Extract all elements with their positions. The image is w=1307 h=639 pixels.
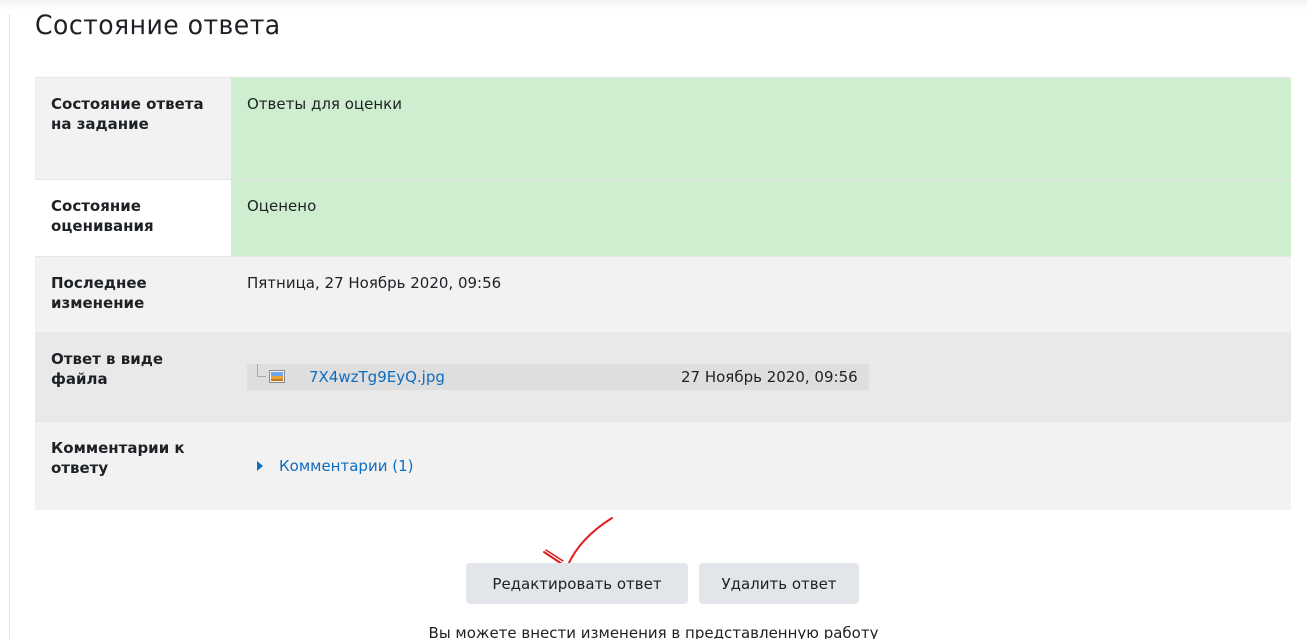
edit-hint-text: Вы можете внести изменения в представлен…: [428, 624, 879, 639]
image-file-icon: [269, 370, 285, 383]
label-submission-comments: Комментарии к ответу: [35, 421, 231, 510]
value-submission-status: Ответы для оценки: [231, 77, 1291, 180]
value-grading-status: Оценено: [231, 179, 1291, 257]
submission-status-table: Состояние ответа на задание Ответы для о…: [35, 77, 1291, 510]
file-tree-item: 7X4wzTg9EyQ.jpg 27 Ноябрь 2020, 09:56: [247, 364, 869, 390]
section-title: Состояние ответа: [35, 10, 281, 41]
left-border: [9, 14, 10, 639]
tree-branch-line: [257, 364, 266, 377]
label-last-modified: Последнее изменение: [35, 256, 231, 333]
edit-submission-button[interactable]: Редактировать ответ: [466, 563, 688, 604]
file-link[interactable]: 7X4wzTg9EyQ.jpg: [309, 367, 445, 387]
row-submission-status: Состояние ответа на задание Ответы для о…: [35, 77, 1291, 180]
delete-submission-button[interactable]: Удалить ответ: [699, 563, 859, 604]
top-shadow: [0, 0, 1307, 10]
value-submission-comments: Комментарии (1): [231, 421, 1291, 510]
triangle-right-icon: [257, 460, 263, 471]
label-grading-status: Состояние оценивания: [35, 179, 231, 257]
row-submission-comments: Комментарии к ответу Комментарии (1): [35, 421, 1291, 510]
comments-toggle[interactable]: Комментарии (1): [247, 456, 1275, 476]
file-date: 27 Ноябрь 2020, 09:56: [681, 368, 858, 386]
page: Состояние ответа Состояние ответа на зад…: [0, 0, 1307, 639]
row-last-modified: Последнее изменение Пятница, 27 Ноябрь 2…: [35, 256, 1291, 333]
comments-link[interactable]: Комментарии (1): [279, 456, 413, 476]
row-file-submission: Ответ в виде файла 7X4wzTg9EyQ.jpg 27 Но…: [35, 332, 1291, 422]
label-file-submission: Ответ в виде файла: [35, 332, 231, 422]
value-file-submission: 7X4wzTg9EyQ.jpg 27 Ноябрь 2020, 09:56: [231, 332, 1291, 422]
value-last-modified: Пятница, 27 Ноябрь 2020, 09:56: [231, 256, 1291, 333]
label-submission-status: Состояние ответа на задание: [35, 77, 231, 180]
row-grading-status: Состояние оценивания Оценено: [35, 179, 1291, 257]
